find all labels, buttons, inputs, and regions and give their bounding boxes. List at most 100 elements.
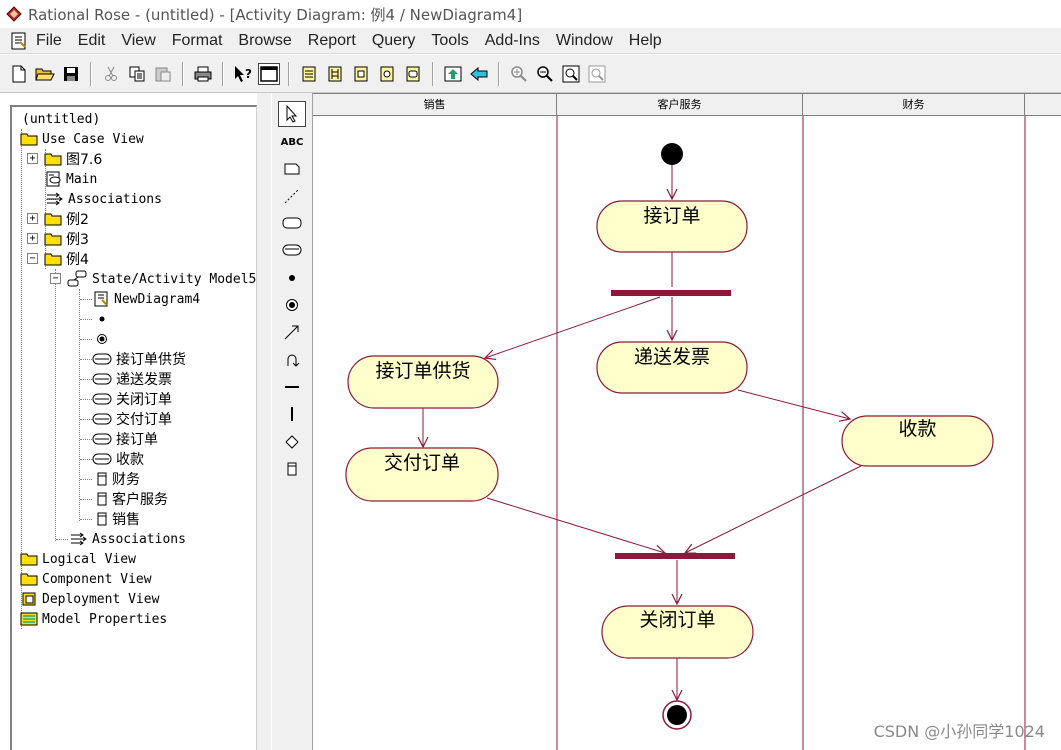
join-sync-bar[interactable] [615, 553, 735, 559]
tree-item-label: 关闭订单 [116, 392, 172, 408]
tree-item-swimlane[interactable]: 客户服务 [96, 489, 168, 509]
vertical-sync-icon[interactable] [278, 401, 306, 427]
tree-item-associations[interactable]: Associations [46, 189, 162, 209]
tree-item-fig-7-6[interactable]: 图7.6 [44, 149, 102, 169]
tree-item-swimlane[interactable]: 财务 [96, 469, 140, 489]
menu-report[interactable]: Report [300, 28, 364, 54]
transition-payment-to-join[interactable] [685, 465, 862, 553]
tree-item-label: 递送发票 [116, 372, 172, 388]
tree-item-new-diagram[interactable]: NewDiagram4 [94, 289, 200, 309]
tree-item-logical-view[interactable]: Logical View [20, 549, 136, 569]
menu-add-ins[interactable]: Add-Ins [477, 28, 548, 54]
tree-item-example-2[interactable]: 例2 [44, 209, 89, 229]
zoom-in-icon[interactable] [508, 63, 530, 85]
view-doc-icon[interactable] [258, 62, 280, 85]
toolbar-separator [498, 61, 500, 86]
tree-item-use-case-view[interactable]: Use Case View [20, 129, 144, 149]
tree-item-deployment-view[interactable]: Deployment View [20, 589, 159, 609]
browser-tree-panel[interactable]: (untitled) Use Case View + 图7.6 Main Ass… [10, 105, 257, 750]
fork-sync-bar[interactable] [611, 290, 731, 296]
tree-item-label: 例4 [66, 252, 89, 268]
tree-item-state-activity-model[interactable]: State/Activity Model5 [66, 269, 256, 289]
activity-diagram-canvas[interactable]: 销售 客户服务 财务 接订单 递送发票 接订单供货 交付订单 收款 关闭订单 C… [313, 93, 1061, 750]
tree-item-label: Use Case View [42, 131, 144, 147]
state-icon[interactable] [278, 210, 306, 236]
tree-item-swimlane[interactable]: 销售 [96, 509, 140, 529]
collapse-minus-icon[interactable]: − [27, 253, 38, 264]
swimlane-icon[interactable] [278, 456, 306, 482]
tree-item-main[interactable]: Main [46, 169, 97, 189]
copy-icon[interactable] [126, 63, 148, 85]
horizontal-sync-icon[interactable] [278, 374, 306, 400]
undo-fit-icon[interactable] [586, 63, 608, 85]
tree-item-activity[interactable]: 接订单供货 [92, 349, 186, 369]
selection-arrow-icon[interactable] [278, 101, 306, 127]
note-icon[interactable] [278, 156, 306, 182]
activity-collect-payment-label: 收款 [898, 418, 937, 440]
anchor-note-icon[interactable] [278, 183, 306, 209]
collapse-minus-icon[interactable]: − [50, 273, 61, 284]
menu-tools[interactable]: Tools [423, 28, 476, 54]
tree-item-associations[interactable]: Associations [70, 529, 186, 549]
print-icon[interactable] [192, 63, 214, 85]
end-state-icon[interactable] [278, 292, 306, 318]
start-state-icon[interactable] [278, 265, 306, 291]
transition-deliver-to-join[interactable] [486, 497, 665, 553]
activity-icon[interactable] [278, 237, 306, 263]
tree-item-example-4[interactable]: 例4 [44, 249, 89, 269]
tree-item-label: 收款 [116, 452, 144, 468]
browse-parent-icon[interactable] [442, 63, 464, 85]
expand-plus-icon[interactable]: + [27, 153, 38, 164]
menu-browse[interactable]: Browse [230, 28, 299, 54]
tree-item-start-state[interactable] [94, 309, 110, 329]
browse-state-icon[interactable] [402, 63, 424, 85]
open-icon[interactable] [34, 63, 56, 85]
menu-edit[interactable]: Edit [70, 28, 114, 54]
swimlane-icon [97, 512, 107, 526]
new-icon[interactable] [8, 63, 30, 85]
tree-guide-line [80, 339, 92, 340]
menu-view[interactable]: View [113, 28, 163, 54]
tree-item-activity[interactable]: 接订单 [92, 429, 158, 449]
fit-window-icon[interactable] [560, 63, 582, 85]
menu-file[interactable]: File [28, 28, 70, 54]
tree-item-end-state[interactable] [94, 329, 110, 349]
expand-plus-icon[interactable]: + [27, 233, 38, 244]
tree-item-activity[interactable]: 关闭订单 [92, 389, 172, 409]
transition-invoice-to-payment[interactable] [737, 389, 850, 419]
folder-icon [20, 573, 38, 586]
decision-icon[interactable] [278, 429, 306, 455]
paste-icon[interactable] [152, 63, 174, 85]
browse-interaction-icon[interactable] [324, 63, 346, 85]
menu-window[interactable]: Window [548, 28, 621, 54]
cut-icon[interactable] [100, 63, 122, 85]
context-help-icon[interactable]: ? [232, 63, 254, 85]
tree-item-activity[interactable]: 收款 [92, 449, 144, 469]
browse-previous-icon[interactable] [468, 63, 490, 85]
menu-format[interactable]: Format [164, 28, 231, 54]
menu-query[interactable]: Query [364, 28, 424, 54]
tree-item-model-properties[interactable]: Model Properties [20, 609, 167, 629]
browse-class-icon[interactable] [298, 63, 320, 85]
menu-help[interactable]: Help [621, 28, 670, 54]
state-transition-icon[interactable] [278, 319, 306, 345]
tree-item-label: 例3 [66, 232, 89, 248]
expand-plus-icon[interactable]: + [27, 213, 38, 224]
panel-splitter[interactable] [257, 93, 271, 750]
document-icon[interactable] [10, 32, 28, 50]
browse-deployment-icon[interactable] [376, 63, 398, 85]
activity-deliver-order-label: 交付订单 [383, 452, 460, 474]
save-icon[interactable] [60, 63, 82, 85]
tree-item-example-3[interactable]: 例3 [44, 229, 89, 249]
browse-component-icon[interactable] [350, 63, 372, 85]
tree-guide-line [80, 319, 92, 320]
start-state[interactable] [661, 143, 683, 165]
transition-to-self-icon[interactable] [278, 347, 306, 373]
tree-root[interactable]: (untitled) [22, 109, 100, 129]
text-box-icon[interactable]: ABC [278, 129, 306, 155]
tree-item-activity[interactable]: 递送发票 [92, 369, 172, 389]
tree-guide-line [80, 439, 92, 440]
zoom-out-icon[interactable] [534, 63, 556, 85]
tree-item-activity[interactable]: 交付订单 [92, 409, 172, 429]
tree-item-component-view[interactable]: Component View [20, 569, 152, 589]
